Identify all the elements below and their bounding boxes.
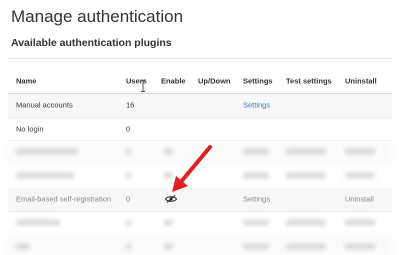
blurred-content	[164, 242, 173, 251]
blurred-content	[286, 218, 326, 227]
blurred-content	[243, 218, 269, 227]
table-row: Email-based self-registration 0 Settings…	[8, 188, 392, 212]
blurred-content	[126, 218, 131, 227]
table-row-blurred	[8, 141, 392, 165]
text-cursor-icon	[141, 80, 145, 92]
blurred-content	[164, 218, 173, 227]
blurred-content	[16, 171, 74, 180]
blurred-content	[126, 171, 131, 180]
table-row-blurred	[8, 235, 392, 255]
table-row-blurred	[8, 212, 392, 235]
column-header-test-settings: Test settings	[286, 76, 332, 85]
blurred-content	[286, 171, 326, 180]
column-header-uninstall: Uninstall	[345, 76, 377, 85]
auth-plugins-table: Name Users Enable Up/Down Settings Test …	[8, 68, 392, 255]
plugin-name: No login	[16, 124, 44, 134]
blurred-content	[243, 171, 269, 180]
column-header-updown: Up/Down	[198, 76, 231, 85]
plugin-name: Email-based self-registration	[16, 194, 112, 204]
blurred-content	[243, 242, 269, 251]
eye-slash-icon[interactable]	[165, 195, 177, 204]
blurred-content	[164, 148, 173, 157]
column-header-name[interactable]: Name	[16, 76, 36, 85]
blurred-content	[126, 242, 131, 251]
page-title: Manage authentication	[11, 7, 184, 26]
plugin-users-count: 0	[126, 194, 131, 204]
plugin-users-count: 0	[126, 124, 131, 134]
table-header-row: Name Users Enable Up/Down Settings Test …	[8, 68, 392, 94]
blurred-content	[345, 171, 375, 180]
column-header-settings: Settings	[243, 76, 273, 85]
blurred-content	[345, 242, 375, 251]
blurred-content	[126, 148, 131, 157]
blurred-content	[16, 148, 78, 157]
plugin-users-count: 16	[126, 100, 135, 110]
table-row: No login 0	[8, 118, 392, 141]
column-header-enable: Enable	[161, 76, 186, 85]
divider	[8, 58, 392, 59]
uninstall-link[interactable]: Uninstall	[345, 195, 374, 204]
blurred-content	[16, 242, 30, 251]
blurred-content	[345, 218, 375, 227]
settings-link[interactable]: Settings	[243, 101, 270, 110]
blurred-content	[345, 148, 375, 157]
settings-link[interactable]: Settings	[243, 195, 270, 204]
plugin-name: Manual accounts	[16, 100, 73, 110]
blurred-content	[286, 148, 326, 157]
blurred-content	[164, 171, 173, 180]
table-row: Manual accounts 16 Settings	[8, 94, 392, 118]
table-row-blurred	[8, 165, 392, 188]
blurred-content	[286, 242, 326, 251]
blurred-content	[16, 218, 60, 227]
blurred-content	[243, 148, 269, 157]
section-title: Available authentication plugins	[11, 37, 172, 49]
